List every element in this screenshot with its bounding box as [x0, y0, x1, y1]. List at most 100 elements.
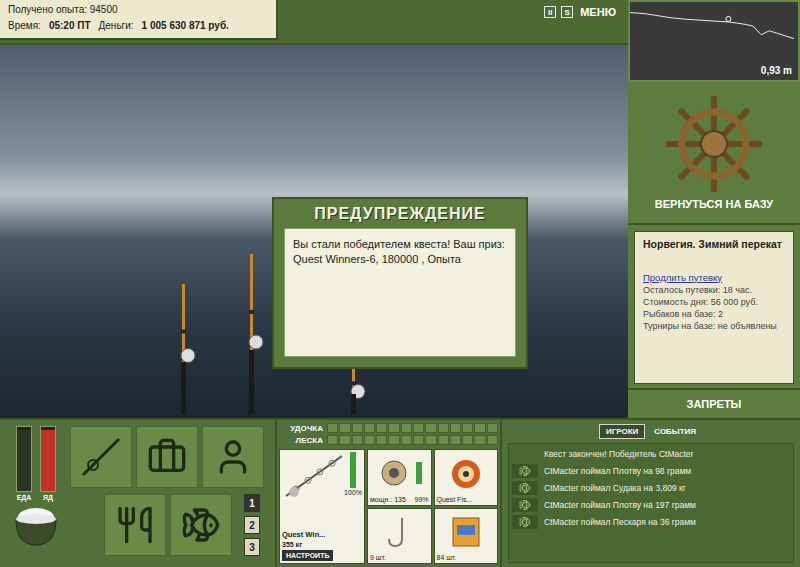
location-panel: Норвегия. Зимний перекатПродлить путевку… [628, 225, 800, 388]
fish-icon [519, 465, 531, 477]
meter-segment [413, 435, 424, 445]
tool-area: 1 2 3 [70, 426, 271, 561]
meter-segment [352, 423, 363, 433]
speed-button[interactable]: S [561, 6, 573, 18]
meter-segment [339, 423, 350, 433]
warning-dialog: ПРЕДУПРЕЖДЕНИЕВы стали победителем квест… [272, 197, 528, 369]
event-text: CtMacter поймал Плотву на 98 грамм [544, 466, 691, 476]
setup-button[interactable]: НАСТРОИТЬ [282, 550, 333, 561]
meter-segment [376, 423, 387, 433]
top-controls: II S МЕНЮ [544, 0, 628, 18]
rod-picture-icon [282, 452, 342, 498]
meter-segment [401, 423, 412, 433]
rod-weight: 355 кг [282, 541, 302, 548]
reel-condition [416, 462, 422, 484]
time-label: Время: [8, 20, 41, 31]
main-area: Получено опыта: 94500Время:05:20 ПТДеньг… [0, 0, 628, 418]
game-screen: Получено опыта: 94500Время:05:20 ПТДеньг… [0, 0, 800, 567]
meter-segment [462, 435, 473, 445]
chat-tab[interactable]: ИГРОКИ [599, 424, 645, 439]
right-column: 0,93 m ВЕРНУТЬСЯ НА БАЗУНорвегия. Зимний … [628, 0, 800, 418]
meter-row: ЛЕСКА [279, 435, 498, 445]
fish-badge [512, 464, 538, 478]
fish-cage-button[interactable] [170, 494, 232, 556]
time-value: 05:20 ПТ [49, 20, 91, 31]
meter-segment [438, 423, 449, 433]
bans-button[interactable]: ЗАПРЕТЫ [628, 388, 800, 418]
gauges: ЕДА ЯД [6, 426, 66, 561]
meter-segment [388, 435, 399, 445]
rod-slots: 1 2 3 [244, 494, 260, 556]
line-cell[interactable]: Quest Fis... [434, 449, 499, 506]
event-row: CtMacter поймал Судака на 3,809 кг [512, 481, 790, 495]
rod-icon [240, 254, 264, 414]
depth-chart: 0,93 m [628, 0, 800, 82]
meter-segment [474, 435, 485, 445]
fishing-scene[interactable]: ПРЕДУПРЕЖДЕНИЕВы стали победителем квест… [0, 45, 628, 418]
rod-figure [342, 364, 366, 418]
meter-segment [401, 435, 412, 445]
gauge-fill [41, 430, 55, 491]
rod-foot: 355 кг [282, 541, 362, 548]
slot-button[interactable]: 2 [244, 516, 260, 534]
chat-tab[interactable]: СОБЫТИЯ [647, 424, 703, 439]
return-base-button[interactable]: ВЕРНУТЬСЯ НА БАЗУ [628, 82, 800, 225]
rod-figure [172, 284, 196, 418]
gauge: ЕДА [16, 426, 32, 501]
gauge-label: ЕДА [17, 494, 32, 501]
header: Получено опыта: 94500Время:05:20 ПТДеньг… [0, 0, 628, 45]
extend-permit-link[interactable]: Продлить путевку [643, 272, 785, 283]
event-row: CtMacter поймал Плотву на 98 грамм [512, 464, 790, 478]
rod-icon [172, 284, 196, 414]
event-text: Квест закончен! Победитель CtMacter [512, 449, 693, 459]
dialog-title: ПРЕДУПРЕЖДЕНИЕ [284, 199, 516, 228]
pot-icon[interactable] [10, 503, 62, 547]
meter-segment [388, 423, 399, 433]
meter-segment [462, 423, 473, 433]
hook-icon [380, 515, 418, 549]
fisherman-button[interactable] [202, 426, 264, 488]
gauge-label: ЯД [43, 494, 53, 501]
location-stat: Турниры на базе: не объявлены [643, 321, 785, 331]
slot-button[interactable]: 1 [244, 494, 260, 512]
rod-name: Quest Win... [282, 530, 362, 539]
condition-value: 100% [344, 489, 362, 496]
tool-row [70, 426, 271, 488]
bottom-bar: ЕДАЯД123УДОЧКАЛЕСКА100%Quest Win...355 к… [0, 418, 800, 567]
condition-fill [350, 452, 356, 488]
food-button[interactable] [104, 494, 166, 556]
rod-icon [342, 364, 366, 414]
meter-segment [413, 423, 424, 433]
tackle-box-button[interactable] [136, 426, 198, 488]
tool-row: 1 2 3 [70, 494, 271, 556]
fish-icon [519, 482, 531, 494]
meter-segment [450, 423, 461, 433]
reel-cell[interactable]: мощн.: 13599% [367, 449, 432, 506]
time-money-row: Время:05:20 ПТДеньги:1 005 630 871 руб. [8, 20, 268, 31]
slot-button[interactable]: 3 [244, 538, 260, 556]
hook-cell[interactable]: 9 шт. [367, 508, 432, 565]
tackle-grid: 100% Quest Win... 355 кг НАСТРОИТЬ мощн.: 13… [279, 449, 498, 564]
fork-knife-icon [115, 505, 155, 545]
gauge-track [16, 426, 32, 492]
rod-condition: 100% [344, 452, 362, 530]
fish-icon [519, 499, 531, 511]
bait-cell[interactable]: 84 шт. [434, 508, 499, 565]
rod-tool-icon [79, 435, 123, 479]
location-stat: Рыбаков на базе: 2 [643, 309, 785, 319]
fish-icon [181, 505, 221, 545]
depth-reading: 0,93 m [761, 65, 792, 76]
chat-panel: ИГРОКИСОБЫТИЯ Квест закончен! Победитель … [500, 420, 800, 567]
money-value: 1 005 630 871 руб. [142, 20, 229, 31]
meter-segment [438, 435, 449, 445]
ship-wheel-icon [666, 96, 762, 192]
fish-badge [512, 515, 538, 529]
menu-button[interactable]: МЕНЮ [578, 6, 618, 18]
item-top [437, 511, 496, 555]
meter-segment [376, 435, 387, 445]
pause-button[interactable]: II [544, 6, 556, 18]
hook-label: 9 шт. [370, 554, 429, 561]
rod-cell[interactable]: 100% Quest Win... 355 кг НАСТРОИТЬ [279, 449, 365, 564]
meter-segment [425, 435, 436, 445]
rod-tool-button[interactable] [70, 426, 132, 488]
